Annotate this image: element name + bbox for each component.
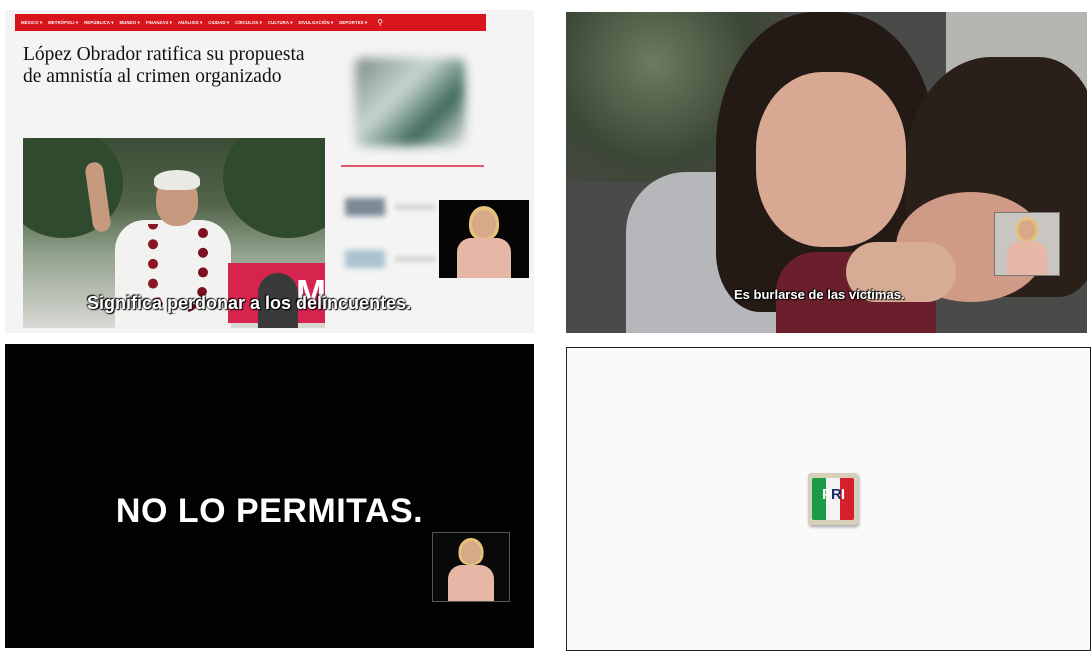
slogan-frame: NO LO PERMITAS. [5, 344, 534, 648]
nav-item[interactable]: ANÁLISIS ▾ [178, 20, 202, 26]
nav-item[interactable]: DEPORTES ▾ [339, 20, 367, 26]
article-headline: López Obrador ratifica su propuesta de a… [23, 44, 305, 87]
logo-letter-r: R [831, 486, 842, 503]
blurred-advertisement [355, 58, 465, 146]
interpreter-head [461, 541, 481, 564]
sidebar-divider [341, 165, 484, 167]
blurred-thumbnail [345, 198, 385, 216]
interpreter [995, 213, 1059, 275]
caption-subtitle: Es burlarse de las víctimas. [734, 287, 905, 302]
interpreter [433, 533, 509, 601]
blurred-text [395, 204, 435, 210]
interpreter-head [1018, 220, 1036, 240]
pri-logo: PRI [808, 473, 858, 525]
crying-woman-face [756, 72, 906, 247]
logo-letter-i: I [840, 486, 845, 503]
interpreter-body [1007, 241, 1047, 275]
victims-scene-frame: Es burlarse de las víctimas. [566, 12, 1087, 333]
nav-item[interactable]: CULTURA ▾ [268, 20, 293, 26]
caption-subtitle: Significa perdonar a los delincuentes. [87, 293, 412, 313]
nav-item[interactable]: METRÓPOLI ▾ [48, 20, 78, 26]
nav-item[interactable]: FINANZAS ▾ [146, 20, 172, 26]
news-article-frame: MÉXICO ▾ METRÓPOLI ▾ REPÚBLICA ▾ MUNDO ▾… [5, 10, 534, 333]
interpreter-head [472, 210, 496, 238]
nav-item[interactable]: REPÚBLICA ▾ [84, 20, 113, 26]
interpreter-body [448, 565, 494, 601]
party-logo-frame: PRI [566, 347, 1091, 651]
tree-foliage [223, 138, 325, 238]
sign-language-inset [432, 532, 510, 602]
politician-hair [154, 170, 200, 190]
search-icon[interactable]: ⚲ [377, 18, 383, 27]
nav-item[interactable]: CIUDAD ▾ [208, 20, 229, 26]
interpreter-body [457, 238, 511, 278]
logo-letters: PRI [808, 486, 858, 503]
nav-item[interactable]: CÍRCULOS ▾ [235, 20, 262, 26]
nav-item[interactable]: MÉXICO ▾ [21, 20, 42, 26]
blurred-thumbnail [345, 250, 385, 268]
slogan-text: NO LO PERMITAS. [115, 492, 424, 530]
nav-item[interactable]: DIVULGACIÓN ▾ [298, 20, 333, 26]
logo-letter-p: P [821, 486, 832, 503]
site-navbar: MÉXICO ▾ METRÓPOLI ▾ REPÚBLICA ▾ MUNDO ▾… [15, 14, 486, 31]
sign-language-inset [994, 212, 1060, 276]
blurred-text [395, 256, 435, 262]
sign-language-inset [439, 200, 529, 278]
nav-item[interactable]: MUNDO ▾ [119, 20, 139, 26]
interpreter [439, 200, 529, 278]
